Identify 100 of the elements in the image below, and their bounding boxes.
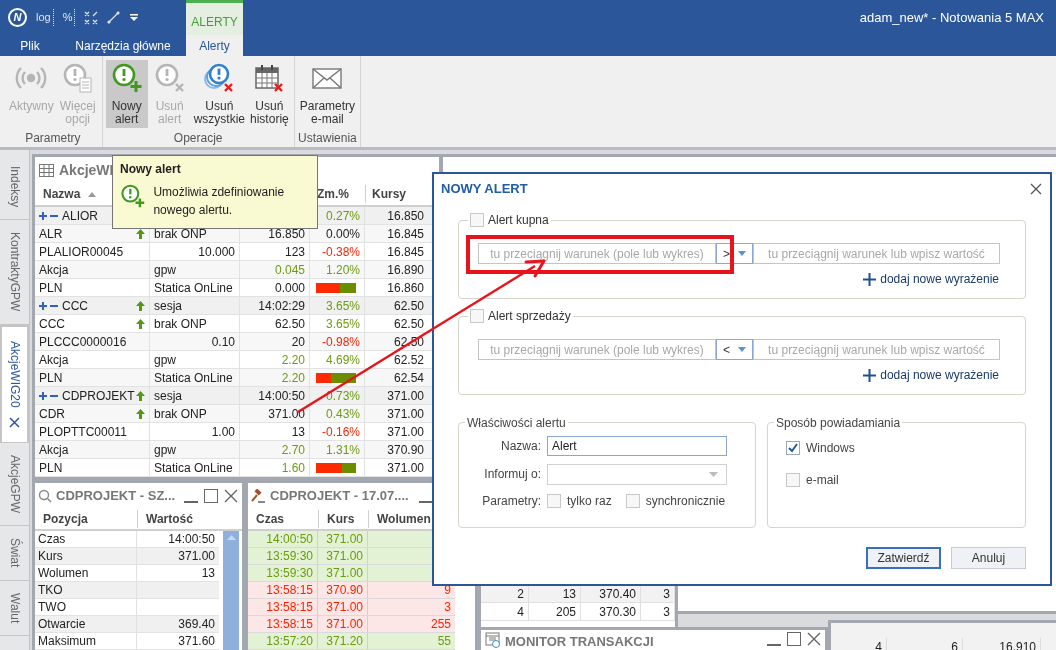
name-cell-text: CDR	[39, 405, 65, 423]
sort-ascending-icon	[88, 191, 97, 197]
change-cell-text: -0.98%	[321, 333, 360, 351]
table-cell-text: 1.00	[211, 424, 235, 440]
dialog-button[interactable]: Anuluj	[951, 547, 1026, 569]
checkbox[interactable]	[786, 473, 800, 487]
side-tab[interactable]: AkcjeWIG20	[0, 324, 29, 444]
price-cell-text: 62.50	[393, 298, 424, 314]
search-icon	[38, 489, 52, 503]
expand-icon[interactable]	[39, 301, 47, 310]
side-tab[interactable]: Walut	[0, 580, 29, 636]
scale-toggle[interactable]: log	[36, 9, 54, 26]
side-tab[interactable]: Świat	[0, 526, 29, 581]
alert-plus-icon	[110, 62, 143, 94]
change-cell-text: 0.00%	[325, 225, 360, 243]
maximize-button[interactable]	[204, 489, 218, 503]
change-cell-text: 1.20%	[325, 261, 360, 279]
checkbox[interactable]	[625, 494, 640, 508]
close-icon[interactable]	[1030, 183, 1042, 195]
ribbon-tab[interactable]: Narzędzia główne	[60, 35, 186, 56]
table-cell-text: 0.10	[211, 334, 235, 350]
name-cell-text: Akcja	[39, 261, 69, 279]
checkbox[interactable]	[470, 309, 484, 323]
change-cell-text: 0.27%	[325, 207, 360, 225]
table-cell: 205	[529, 603, 581, 620]
table-cell-text: 0.045	[274, 262, 305, 278]
maximize-button[interactable]	[787, 632, 801, 646]
scale-toggle[interactable]: %	[62, 9, 76, 26]
close-icon[interactable]	[224, 489, 238, 503]
app-logo[interactable]: N	[8, 8, 27, 27]
change-cell-text: 0.43%	[325, 405, 360, 423]
dialog-button[interactable]: Zatwierdź	[866, 547, 941, 569]
close-icon[interactable]	[807, 632, 821, 646]
table-cell-text: Statica OnLine	[154, 370, 233, 386]
panel-title: MONITOR TRANSAKCJI	[505, 633, 654, 650]
table-cell: 4	[481, 603, 529, 620]
condition-field[interactable]: tu przeciągnij warunek (pole lub wykres)	[478, 243, 716, 264]
table-icon	[39, 163, 54, 177]
column-header[interactable]: Wartość	[137, 510, 193, 528]
checkbox[interactable]	[786, 441, 800, 455]
table-cell-text: sesja	[154, 388, 182, 404]
price-cell-text: 62.50	[393, 316, 424, 332]
context-tab-header: ALERTY	[186, 0, 243, 35]
ribbon-tab[interactable]: Plik	[0, 35, 60, 56]
ribbon-tab[interactable]: Alerty	[186, 35, 243, 56]
change-cell-text: -0.16%	[321, 423, 360, 441]
column-header[interactable]: Kurs	[318, 510, 368, 528]
table-cell-text: 2.20	[281, 352, 305, 368]
name-cell-text: Akcja	[39, 441, 69, 459]
name-cell-text: ALR	[39, 225, 63, 243]
field-label: Nazwa:	[500, 438, 542, 455]
side-tab[interactable]: Indeksy	[0, 154, 29, 221]
value-field[interactable]: tu przeciągnij warunek lub wpisz wartość	[753, 243, 1000, 264]
value-field[interactable]: tu przeciągnij warunek lub wpisz wartość	[753, 339, 1000, 360]
trade-row: 13:57:20 371.20 55	[248, 633, 455, 650]
side-tab[interactable]: KontraktyGPW	[0, 220, 29, 325]
checkbox-label: synchronicznie	[645, 493, 726, 510]
field-label: Informuj o:	[483, 466, 542, 483]
name-field[interactable]: Alert	[547, 436, 727, 456]
ribbon-button[interactable]: Nowy alert	[105, 60, 148, 128]
group-label: Operacje	[173, 130, 223, 147]
name-cell-text: PLN	[39, 369, 63, 387]
column-header[interactable]: Pozycja	[35, 510, 137, 528]
operator-dropdown[interactable]: <	[716, 339, 753, 360]
scrollbar[interactable]	[223, 531, 239, 650]
ribbon-button[interactable]: Usuń wszystkie	[191, 60, 248, 128]
add-expression-link[interactable]: dodaj nowe wyrażenie	[863, 270, 999, 288]
price-cell-text: 371.00	[387, 460, 424, 476]
price-cell-text: 16.850	[387, 208, 424, 224]
checkbox[interactable]	[547, 494, 561, 508]
expand-icon[interactable]	[39, 391, 47, 400]
name-cell-text: ALIOR	[62, 207, 98, 225]
column-header[interactable]: Kursy	[365, 185, 428, 203]
line-tool-icon[interactable]	[107, 11, 121, 24]
customize-dropdown-icon[interactable]	[129, 12, 140, 23]
operator-dropdown[interactable]: >	[716, 243, 753, 264]
column-header[interactable]: Czas	[248, 510, 318, 528]
side-tab[interactable]: AkcjeGPW	[0, 443, 29, 527]
column-header[interactable]: Nazwa	[35, 185, 150, 203]
change-bar	[316, 462, 356, 473]
gavel-icon	[251, 488, 266, 504]
crosshair-icon[interactable]	[84, 10, 99, 25]
ribbon-button[interactable]: Parametry e-mail	[297, 60, 358, 128]
change-bar	[316, 372, 356, 383]
plus-icon	[863, 272, 877, 286]
group-label: Ustawienia	[298, 130, 357, 147]
table-cell-text: 123	[284, 244, 305, 260]
table-cell-text: 1.60	[281, 460, 305, 476]
field-label: Parametry:	[481, 493, 542, 510]
ribbon-button[interactable]: Usuń historię	[248, 60, 291, 128]
table-cell-text: gpw	[154, 352, 176, 368]
add-expression-link[interactable]: dodaj nowe wyrażenie	[863, 366, 999, 384]
expand-icon[interactable]	[39, 211, 47, 220]
condition-field[interactable]: tu przeciągnij warunek (pole lub wykres)	[478, 339, 716, 360]
field-label: Czas	[35, 531, 137, 547]
column-header[interactable]: Wolumen	[368, 510, 431, 528]
close-icon[interactable]	[9, 417, 20, 429]
checkbox[interactable]	[470, 213, 484, 227]
window-title: adam_new* - Notowania 5 MAX	[859, 8, 1045, 27]
table-cell-text: Statica OnLine	[154, 280, 233, 296]
